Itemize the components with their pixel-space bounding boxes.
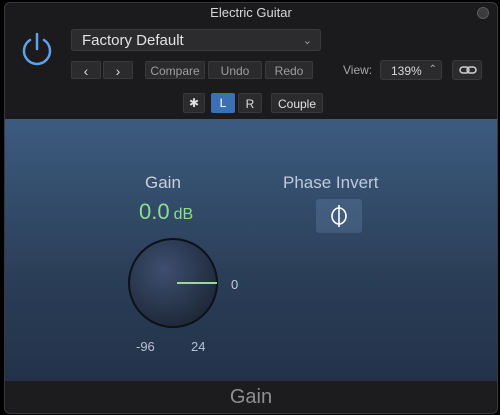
undo-button[interactable]: Undo bbox=[208, 61, 262, 79]
next-preset-button[interactable]: › bbox=[103, 61, 133, 79]
gain-value: 0.0 dB bbox=[139, 199, 193, 225]
view-label: View: bbox=[343, 63, 373, 77]
chevron-left-icon: ‹ bbox=[83, 63, 89, 79]
gain-knob-graphic bbox=[128, 238, 218, 328]
redo-button[interactable]: Redo bbox=[265, 61, 313, 79]
window-title: Electric Guitar bbox=[210, 5, 292, 20]
settings-button[interactable]: ✱ bbox=[183, 93, 205, 113]
gain-value-number: 0.0 bbox=[139, 199, 170, 224]
phase-invert-button[interactable] bbox=[316, 199, 362, 233]
preset-name: Factory Default bbox=[82, 32, 184, 49]
preset-menu[interactable]: Factory Default ⌄ bbox=[71, 29, 321, 51]
previous-preset-button[interactable]: ‹ bbox=[71, 61, 101, 79]
gain-title: Gain bbox=[145, 173, 181, 192]
link-icon bbox=[459, 66, 477, 74]
view-zoom-value: 139% bbox=[391, 64, 422, 78]
plugin-panel bbox=[5, 119, 497, 381]
gain-knob[interactable] bbox=[125, 235, 221, 331]
chevron-right-icon: › bbox=[115, 63, 121, 79]
chevron-down-icon: ⌄ bbox=[302, 35, 312, 47]
compare-button[interactable]: Compare bbox=[145, 61, 205, 79]
gain-min-label: -96 bbox=[136, 339, 155, 354]
couple-button[interactable]: Couple bbox=[271, 93, 323, 113]
phase-invert-title: Phase Invert bbox=[283, 173, 379, 192]
gain-zero-label: 0 bbox=[231, 277, 239, 292]
phase-invert-icon bbox=[331, 205, 347, 227]
footer-plugin-title: Gain bbox=[5, 381, 497, 413]
up-down-chevron-icon: ⌃ bbox=[428, 64, 437, 75]
gain-unit: dB bbox=[173, 206, 194, 223]
gear-icon: ✱ bbox=[188, 96, 200, 110]
view-zoom-select[interactable]: 139% ⌃ bbox=[380, 60, 442, 80]
channel-left-button[interactable]: L bbox=[211, 93, 235, 113]
plugin-window: Electric Guitar Factory Default ⌄ ‹ › Co… bbox=[4, 2, 498, 414]
window-close-button[interactable] bbox=[477, 7, 489, 19]
power-button[interactable] bbox=[19, 31, 55, 67]
power-icon bbox=[22, 32, 52, 66]
channel-right-button[interactable]: R bbox=[238, 93, 262, 113]
gain-max-label: 24 bbox=[191, 339, 206, 354]
link-button[interactable] bbox=[452, 60, 482, 80]
